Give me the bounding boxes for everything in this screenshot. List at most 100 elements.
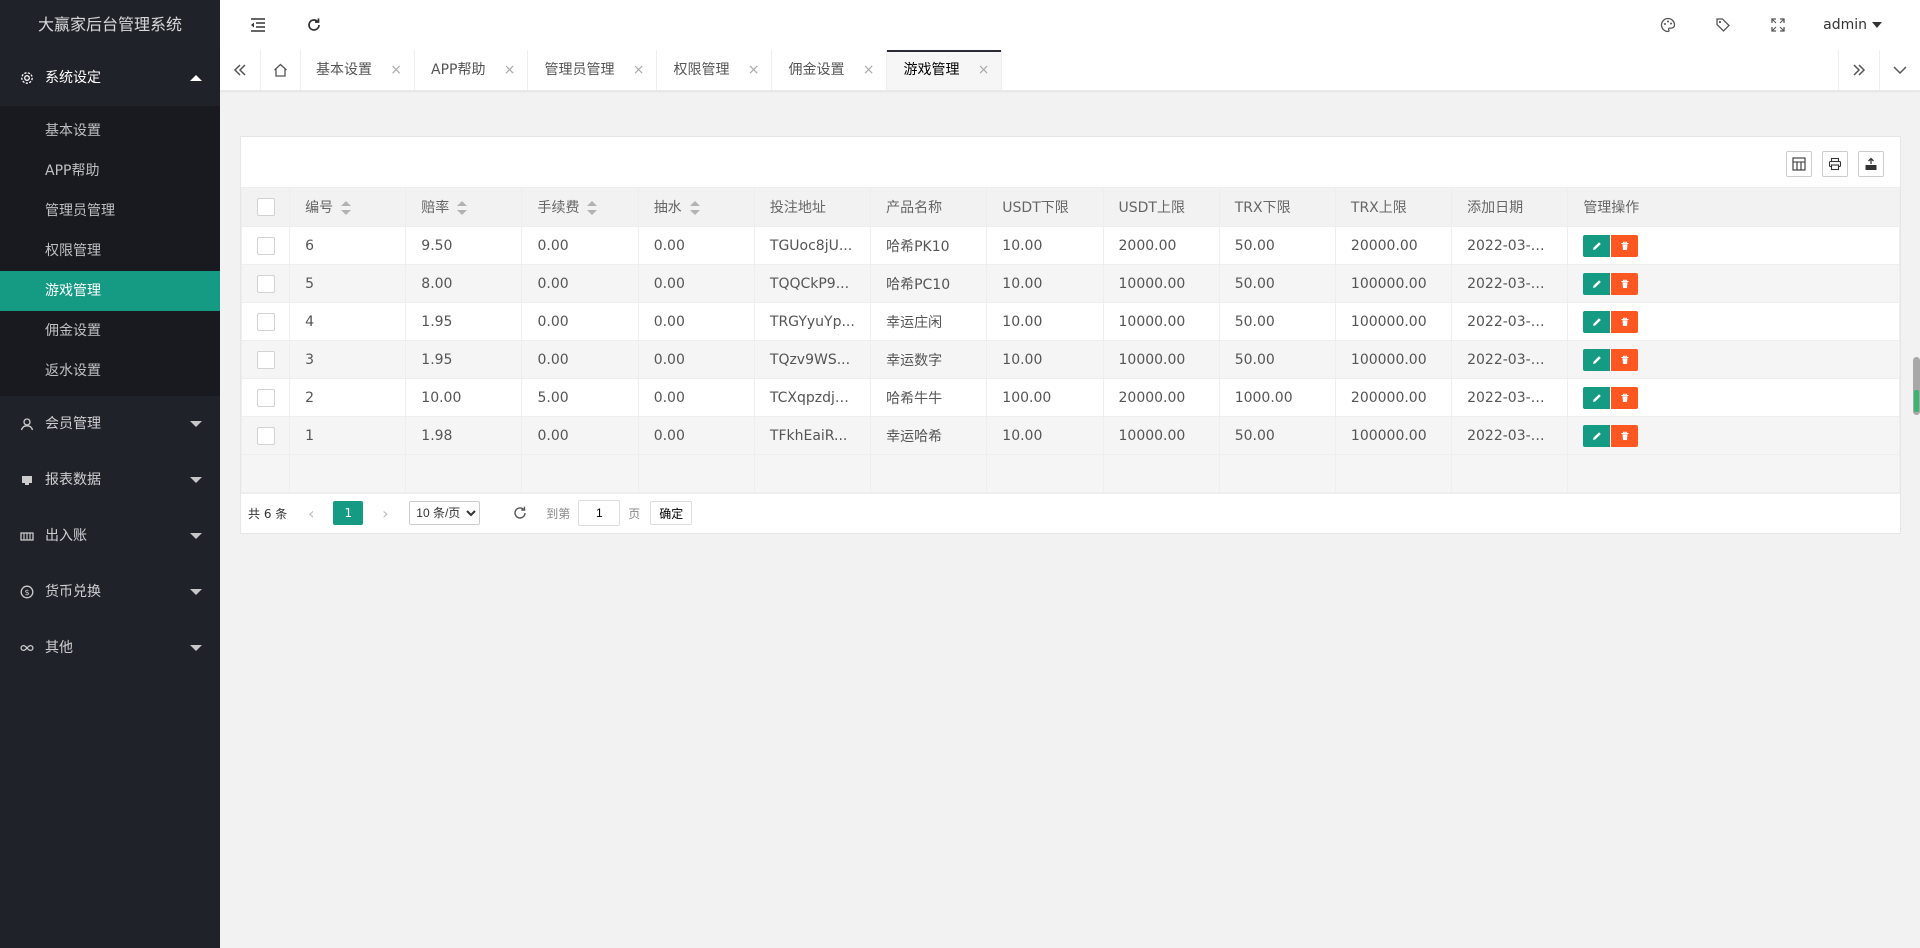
column-label: 手续费: [537, 200, 580, 216]
goto-page-input[interactable]: [578, 500, 621, 526]
username: admin: [1823, 17, 1867, 33]
nav-group-other[interactable]: 其他: [0, 620, 220, 676]
menu-collapse-icon[interactable]: [236, 0, 280, 50]
close-icon[interactable]: ×: [748, 50, 760, 90]
cell-id: 2: [289, 378, 407, 417]
page-number-current[interactable]: 1: [333, 501, 364, 525]
row-checkbox[interactable]: [256, 236, 275, 255]
export-icon[interactable]: [1858, 151, 1884, 177]
delete-button[interactable]: [1611, 310, 1639, 333]
prev-page-icon[interactable]: ‹: [301, 504, 321, 523]
column-label: 抽水: [653, 200, 682, 216]
cell-product-name: 哈希PK10: [870, 226, 988, 265]
tabs-scroll-right-icon[interactable]: [1838, 50, 1880, 90]
subnav-system-settings: 基本设置 APP帮助 管理员管理 权限管理 游戏管理 佣金设置 返水设置: [0, 106, 220, 396]
print-icon[interactable]: [1822, 151, 1848, 177]
row-checkbox[interactable]: [256, 312, 275, 331]
sidebar-item-basic-settings[interactable]: 基本设置: [0, 111, 220, 151]
delete-button[interactable]: [1611, 386, 1639, 409]
delete-button[interactable]: [1611, 348, 1639, 371]
tab-permission-management[interactable]: 权限管理 ×: [657, 50, 773, 90]
nav-group-account-flow[interactable]: 出入账: [0, 508, 220, 564]
row-actions: [1583, 234, 1884, 257]
gear-icon: [20, 71, 34, 85]
row-checkbox[interactable]: [256, 388, 275, 407]
nav-group-currency-exchange[interactable]: $ 货币兑换: [0, 564, 220, 620]
sort-icon[interactable]: [689, 201, 700, 215]
cell-usdt-max: 2000.00: [1102, 226, 1220, 265]
cell-usdt-max: 10000.00: [1102, 302, 1220, 341]
table-row: 1 1.98 0.00 0.00 TFkhEaiR... 幸运哈希 10.00 10000.0…: [240, 416, 1900, 455]
cell-date-added: 2022-03-2...: [1451, 416, 1569, 455]
edit-button[interactable]: [1583, 234, 1611, 257]
tab-app-help[interactable]: APP帮助 ×: [415, 50, 529, 90]
delete-button[interactable]: [1611, 424, 1639, 447]
tab-admin-management[interactable]: 管理员管理 ×: [528, 50, 658, 90]
tab-label: 佣金设置: [788, 62, 845, 78]
user-menu[interactable]: admin: [1823, 0, 1882, 50]
close-icon[interactable]: ×: [390, 50, 402, 90]
tab-commission-settings[interactable]: 佣金设置 ×: [772, 50, 888, 90]
column-header-usdt-max: USDT上限: [1102, 187, 1220, 227]
tab-basic-settings[interactable]: 基本设置 ×: [300, 50, 415, 90]
cell-commission: 0.00: [637, 264, 755, 303]
next-page-icon[interactable]: ›: [375, 504, 395, 523]
sidebar-item-permission-management[interactable]: 权限管理: [0, 231, 220, 271]
tab-label: 权限管理: [673, 62, 730, 78]
tabs-dropdown-icon[interactable]: [1880, 50, 1920, 90]
sidebar-item-game-management[interactable]: 游戏管理: [0, 271, 220, 311]
tab-label: 管理员管理: [544, 62, 615, 78]
tab-game-management[interactable]: 游戏管理 ×: [887, 50, 1003, 90]
row-checkbox[interactable]: [256, 426, 275, 445]
refresh-icon[interactable]: [512, 505, 528, 521]
edit-button[interactable]: [1583, 272, 1611, 295]
cell-usdt-min: 10.00: [986, 416, 1104, 455]
delete-button[interactable]: [1611, 272, 1639, 295]
sidebar-item-app-help[interactable]: APP帮助: [0, 151, 220, 191]
nav-group-label: 系统设定: [45, 70, 101, 86]
fullscreen-icon[interactable]: [1756, 0, 1800, 50]
select-all-checkbox[interactable]: [256, 198, 275, 216]
cell-date-added: 2022-03-2...: [1451, 340, 1569, 379]
tag-icon[interactable]: [1701, 0, 1745, 50]
column-header-commission[interactable]: 抽水: [637, 187, 755, 227]
column-header-id[interactable]: 编号: [289, 187, 407, 227]
trash-icon: [1621, 355, 1629, 364]
sidebar-item-admin-management[interactable]: 管理员管理: [0, 191, 220, 231]
edit-button[interactable]: [1583, 386, 1611, 409]
close-icon[interactable]: ×: [978, 50, 990, 90]
home-icon[interactable]: [260, 50, 301, 90]
nav-group-report-data[interactable]: 报表数据: [0, 452, 220, 508]
column-filter-icon[interactable]: [1786, 151, 1812, 177]
goto-label: 到第: [546, 506, 571, 521]
close-icon[interactable]: ×: [863, 50, 875, 90]
sort-icon[interactable]: [341, 201, 352, 215]
sort-icon[interactable]: [457, 201, 468, 215]
close-icon[interactable]: ×: [633, 50, 645, 90]
column-header-odds[interactable]: 赔率: [405, 187, 523, 227]
goto-confirm-button[interactable]: 确定: [650, 501, 693, 525]
delete-button[interactable]: [1611, 234, 1639, 257]
sidebar-item-commission-settings[interactable]: 佣金设置: [0, 311, 220, 351]
sort-icon[interactable]: [587, 201, 598, 215]
pencil-icon: [1592, 241, 1601, 250]
edit-button[interactable]: [1583, 310, 1611, 333]
row-checkbox[interactable]: [256, 274, 275, 293]
cell-bet-address: TFkhEaiR...: [753, 416, 872, 455]
nav-group-member-management[interactable]: 会员管理: [0, 396, 220, 452]
pencil-icon: [1592, 317, 1601, 326]
cell-bet-address: TGUoc8jU...: [753, 226, 872, 265]
cell-fee: 0.00: [521, 264, 639, 303]
edit-button[interactable]: [1583, 424, 1611, 447]
edit-button[interactable]: [1583, 348, 1611, 371]
close-icon[interactable]: ×: [504, 50, 516, 90]
sidebar-item-rebate-settings[interactable]: 返水设置: [0, 351, 220, 391]
refresh-icon[interactable]: [292, 0, 336, 50]
nav-group-system-settings[interactable]: 系统设定: [0, 50, 220, 106]
tabs-scroll-left-icon[interactable]: [220, 50, 261, 90]
cell-trx-max: 200000.00: [1334, 378, 1453, 417]
page-size-select[interactable]: 10 条/页: [409, 501, 481, 525]
theme-palette-icon[interactable]: [1646, 0, 1690, 50]
column-header-fee[interactable]: 手续费: [521, 187, 639, 227]
row-checkbox[interactable]: [256, 350, 275, 369]
